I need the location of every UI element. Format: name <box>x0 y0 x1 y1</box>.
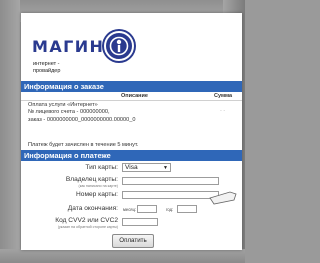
order-line3: заказ - 0000000000_0000000000.00000_0 <box>28 116 136 123</box>
holder-input[interactable] <box>122 177 219 185</box>
chevron-down-icon: ▼ <box>163 165 168 171</box>
logo-emblem-icon <box>104 31 134 61</box>
background-left <box>0 0 20 263</box>
pay-button[interactable]: Оплатить <box>112 234 154 248</box>
payment-header: Информация о платеже <box>21 150 242 161</box>
col-description: Описание <box>121 93 148 99</box>
holder-label: Владелец карты: <box>65 176 118 183</box>
order-table-header: Описание Сумма <box>21 93 242 101</box>
payment-note: Платеж будет зачислен в течение 5 минут. <box>28 142 139 148</box>
year-label: год: <box>166 207 174 212</box>
cvv-input[interactable] <box>122 218 158 226</box>
col-sum: Сумма <box>214 93 233 99</box>
order-sum: - - <box>220 108 226 114</box>
expiry-year-input[interactable] <box>177 205 197 213</box>
logo-subtitle-line1: интернет - <box>33 61 60 67</box>
background-bottom <box>0 249 245 263</box>
order-line2: № лицевого счета - 000000000, <box>28 109 110 116</box>
logo-subtitle-line2: провайдер <box>33 67 61 74</box>
month-label: месяц: <box>123 207 137 212</box>
card-number-label: Номер карты: <box>76 191 118 198</box>
expiry-label: Дата окончания: <box>67 205 118 212</box>
order-line1: Оплата услуги «Интернет» <box>28 102 98 108</box>
card-type-select[interactable]: Visa ▼ <box>122 163 171 172</box>
pointer-hand-icon <box>209 191 237 205</box>
logo-subtitle: интернет - провайдер <box>33 61 60 74</box>
cvv-hint: (указан на обратной стороне карты) <box>57 225 118 229</box>
card-number-input[interactable] <box>122 191 219 199</box>
holder-hint: (как написано на карте) <box>78 184 118 188</box>
order-header: Информация о заказе <box>21 81 242 92</box>
card-type-label: Тип карты: <box>85 164 118 171</box>
expiry-month-input[interactable] <box>137 205 157 213</box>
order-description: Оплата услуги «Интернет» № лицевого счет… <box>28 102 136 124</box>
cvv-label: Код CVV2 или CVC2 <box>55 217 118 224</box>
logo: МАГИНФ <box>32 31 182 61</box>
card-type-value: Visa <box>125 164 138 171</box>
